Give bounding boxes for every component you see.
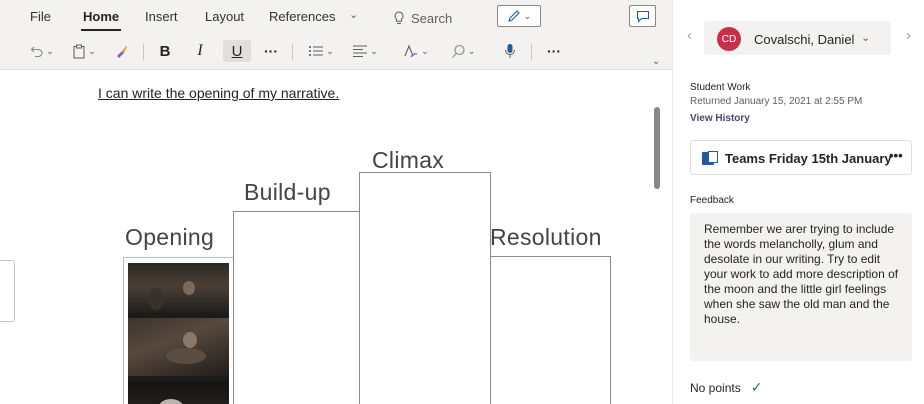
text-style-icon <box>404 44 418 57</box>
tab-layout[interactable]: Layout <box>205 9 244 24</box>
alignment-button[interactable]: ⌄ <box>346 40 384 62</box>
more-options-button[interactable]: ··· <box>542 40 566 62</box>
ribbon: File Home Insert Layout References ⌄ Sea… <box>0 0 672 70</box>
stage-label-opening: Opening <box>125 224 215 250</box>
chevron-down-icon: ⌄ <box>46 45 54 56</box>
word-editor: File Home Insert Layout References ⌄ Sea… <box>0 0 672 404</box>
clipboard-icon <box>73 44 85 58</box>
tab-file[interactable]: File <box>30 9 51 24</box>
dictate-button[interactable] <box>499 40 521 62</box>
story-image-3 <box>128 381 229 404</box>
chevron-down-icon: ⌄ <box>861 32 871 44</box>
chevron-down-icon: ⌄ <box>370 45 378 56</box>
search-box[interactable]: Search <box>393 7 483 29</box>
bullets-button[interactable]: ⌄ <box>302 40 340 62</box>
brush-icon <box>116 45 127 58</box>
points-status: No points ✓ <box>690 379 762 396</box>
undo-button[interactable]: ⌄ <box>24 40 60 62</box>
story-image-2 <box>128 318 229 376</box>
italic-button[interactable]: I <box>189 40 211 62</box>
points-label: No points <box>690 380 741 395</box>
styles-button[interactable]: ⌄ <box>398 40 434 62</box>
attached-file-card[interactable]: Teams Friday 15th January ••• <box>690 140 912 175</box>
chevron-down-icon: ⌄ <box>88 45 96 56</box>
more-font-options-button[interactable]: ··· <box>259 40 283 62</box>
returned-status: Returned January 15, 2021 at 2:55 PM <box>690 96 863 107</box>
feedback-text[interactable]: Remember we arer trying to include the w… <box>690 213 912 361</box>
toolbar-divider <box>531 44 532 60</box>
microphone-icon <box>505 44 515 58</box>
format-painter-button[interactable] <box>110 40 132 62</box>
editing-mode-button[interactable]: ⌄ <box>497 5 541 27</box>
view-history-link[interactable]: View History <box>690 113 750 124</box>
chevron-down-icon: ⌄ <box>523 10 532 21</box>
search-label: Search <box>411 10 453 26</box>
underline-button[interactable]: U <box>223 40 251 62</box>
stage-box-build-up <box>233 211 360 404</box>
file-name: Teams Friday 15th January <box>725 151 892 166</box>
next-student-arrow-icon[interactable]: › <box>906 27 911 44</box>
pen-icon <box>507 10 520 22</box>
ribbon-tabs: File Home Insert Layout References ⌄ Sea… <box>0 0 672 34</box>
tab-home[interactable]: Home <box>83 9 119 24</box>
comments-button[interactable] <box>629 5 656 27</box>
stage-box-climax <box>359 172 491 404</box>
student-selector[interactable]: CD Covalschi, Daniel ⌄ <box>704 21 891 55</box>
comment-icon <box>636 10 649 23</box>
tab-insert[interactable]: Insert <box>145 9 178 24</box>
word-file-icon <box>702 151 718 165</box>
undo-icon <box>30 46 43 58</box>
collapse-ribbon-chevron-icon[interactable]: ⌄ <box>652 56 660 67</box>
feedback-title: Feedback <box>690 195 734 206</box>
side-panel-handle[interactable] <box>0 260 15 322</box>
tab-references[interactable]: References <box>269 9 335 24</box>
toolbar-divider <box>292 44 293 60</box>
stage-label-resolution: Resolution <box>490 224 602 250</box>
bold-button[interactable]: B <box>154 40 176 62</box>
story-image-1 <box>128 263 229 313</box>
doc-heading: I can write the opening of my narrative. <box>98 85 340 101</box>
stage-label-climax: Climax <box>372 147 445 173</box>
checkmark-icon: ✓ <box>750 379 763 395</box>
search-icon <box>451 44 465 58</box>
avatar: CD <box>717 27 741 51</box>
bullet-list-icon <box>309 46 324 56</box>
grading-panel: ‹ CD Covalschi, Daniel ⌄ › Student Work … <box>672 0 924 404</box>
chevron-down-icon: ⌄ <box>326 45 334 56</box>
document-canvas[interactable]: I can write the opening of my narrative.… <box>0 71 672 404</box>
student-work-title: Student Work <box>690 82 751 93</box>
ribbon-toolbar: ⌄ ⌄ B I U ··· ⌄ ⌄ ⌄ ⌄ ··· <box>0 34 672 68</box>
active-tab-indicator <box>81 29 121 31</box>
previous-student-arrow-icon[interactable]: ‹ <box>687 27 692 44</box>
toolbar-divider <box>143 44 144 60</box>
chevron-down-icon: ⌄ <box>467 45 476 56</box>
paste-button[interactable]: ⌄ <box>66 40 102 62</box>
document-scrollbar[interactable] <box>654 107 660 189</box>
file-more-options-icon[interactable]: ••• <box>889 148 903 163</box>
more-tabs-chevron-icon[interactable]: ⌄ <box>349 8 358 21</box>
chevron-down-icon: ⌄ <box>421 45 429 56</box>
student-name: Covalschi, Daniel <box>754 32 855 47</box>
stage-label-build-up: Build-up <box>244 179 331 205</box>
align-left-icon <box>353 45 368 57</box>
stage-box-resolution <box>490 256 611 404</box>
find-button[interactable]: ⌄ <box>443 40 483 62</box>
lightbulb-icon <box>394 11 404 24</box>
story-images[interactable] <box>128 263 229 404</box>
